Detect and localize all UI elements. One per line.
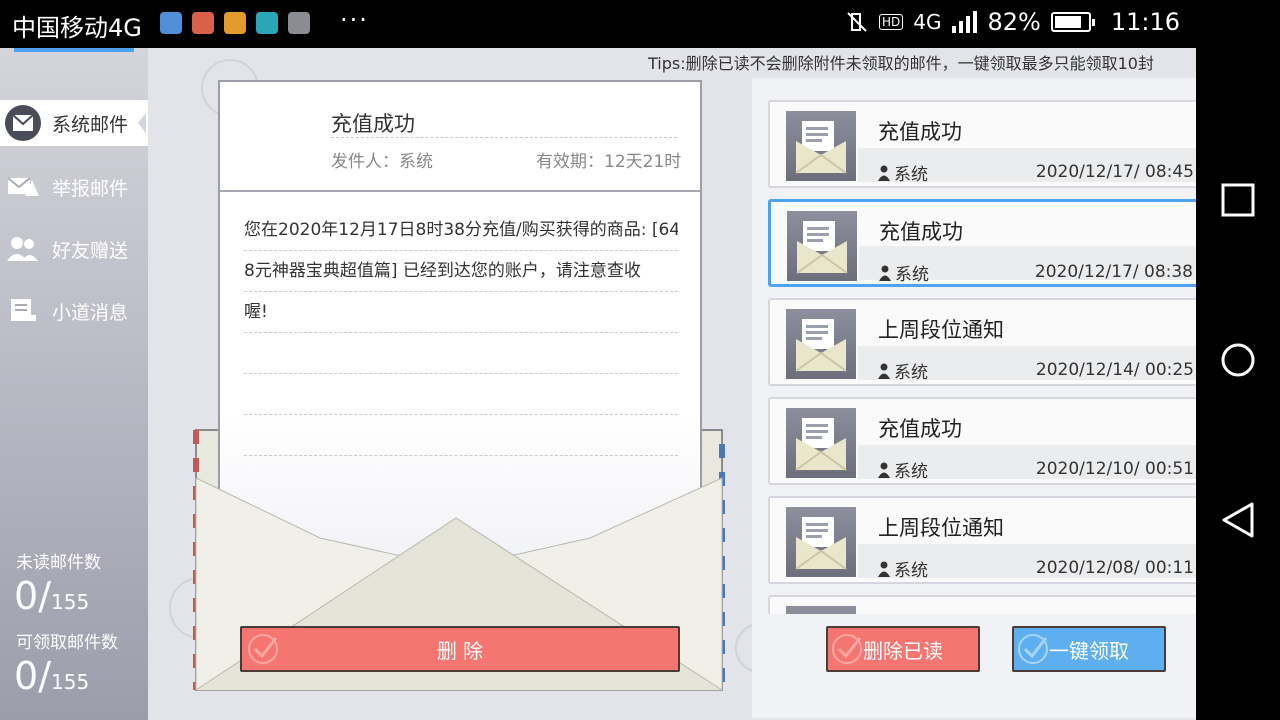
mail-item-sender: 系统 <box>878 457 928 482</box>
delete-button-label: 删 除 <box>436 638 484 663</box>
person-icon <box>878 363 890 379</box>
mail-list-item[interactable]: 上周段位通知系统 2020/12/08/ 00:11 <box>768 496 1196 584</box>
mail-item-title: 充值成功 <box>878 120 962 144</box>
mail-item-date: 2020/12/17/ 08:38 <box>1034 262 1193 282</box>
claim-all-button[interactable]: 一键领取 <box>1012 626 1166 672</box>
sidebar-item-gossip[interactable]: 小道消息 <box>0 288 148 334</box>
person-icon <box>878 165 890 181</box>
sidebar-item-report-mail[interactable]: 举报邮件 <box>0 164 148 210</box>
carrier-name: 中国移动4G <box>12 14 142 42</box>
android-nav-bar <box>1196 0 1280 720</box>
sidebar-item-friend-gifts[interactable]: 好友赠送 <box>0 226 148 272</box>
mail-envelope-icon <box>787 211 857 281</box>
mail-list-item[interactable]: 充值成功系统 2020/12/17/ 08:38 <box>768 199 1196 287</box>
status-bar: 中国移动4G ··· HD 4G 82% 11:16 <box>0 0 1196 48</box>
mail-item-date: 2020/12/08/ 00:11 <box>1035 558 1194 578</box>
delete-read-label: 删除已读 <box>863 638 943 663</box>
app-notification-icon <box>256 12 278 34</box>
mail-envelope-icon <box>786 111 856 181</box>
check-icon <box>832 634 862 664</box>
sidebar-top-accent <box>14 48 134 52</box>
network-type: 4G <box>913 10 942 34</box>
vibrate-off-icon <box>847 12 867 32</box>
mail-item-sender-name: 系统 <box>894 363 928 383</box>
claimable-count-label: 可领取邮件数 <box>16 633 118 653</box>
envelope-front-flap <box>195 477 723 691</box>
battery-icon <box>1050 12 1095 32</box>
mail-item-sender: 系统 <box>878 358 928 383</box>
app-notification-icon <box>160 12 182 34</box>
unread-count: 0/155 <box>14 574 90 618</box>
friends-icon <box>4 230 42 268</box>
notification-icons <box>160 12 310 34</box>
mail-item-sender: 系统 <box>878 556 928 581</box>
delete-read-button[interactable]: 删除已读 <box>826 626 980 672</box>
news-icon <box>4 292 42 330</box>
mail-item-sender: 系统 <box>879 260 929 285</box>
person-icon <box>879 265 891 281</box>
mail-envelope-icon <box>786 507 856 577</box>
chevron-left-icon <box>138 113 146 133</box>
mail-list-item[interactable]: 充值成功系统 2020/12/10/ 00:51 <box>768 397 1196 485</box>
claimable-count: 0/155 <box>14 654 90 698</box>
mail-item-title: 充值成功 <box>879 220 963 244</box>
mail-item-title: 充值成功 <box>878 417 962 441</box>
check-icon <box>1018 634 1048 664</box>
letter-view: 充值成功 发件人：系统 有效期：12天21时 您在2020年12月17日8时38… <box>150 68 750 720</box>
sidebar-item-system-mail[interactable]: 系统邮件 <box>0 100 148 146</box>
mail-item-title: 上周段位通知 <box>878 318 1004 342</box>
mail-list-item[interactable]: 充值成功系统 2020/12/17/ 08:45 <box>768 100 1196 188</box>
mail-list: 充值成功 系统 2020/12/17/ 08:45 充值成功 系统 2020/12/17/… <box>768 100 1196 614</box>
sidebar-item-label: 好友赠送 <box>52 239 129 262</box>
unread-count-label: 未读邮件数 <box>16 553 101 573</box>
check-icon <box>248 634 278 664</box>
sidebar-item-label: 系统邮件 <box>52 113 129 136</box>
mail-screen: 系统邮件 举报邮件 好友赠送 小道消息 未读邮件数 0/155 可领取邮件数 0… <box>0 48 1196 720</box>
clock: 11:16 <box>1110 8 1180 36</box>
mail-item-sender-name: 系统 <box>894 462 928 482</box>
mail-envelope-icon <box>786 408 856 478</box>
mail-item-date: 2020/12/14/ 00:25 <box>1035 360 1194 380</box>
sidebar-item-label: 举报邮件 <box>52 177 129 200</box>
mail-item-sender-name: 系统 <box>894 165 928 185</box>
mail-item-date: 2020/12/17/ 08:45 <box>1035 162 1194 182</box>
mail-item-sender-name: 系统 <box>895 265 929 285</box>
battery-percent: 82% <box>987 8 1041 36</box>
claim-all-label: 一键领取 <box>1049 638 1129 663</box>
person-icon <box>878 462 890 478</box>
recent-apps-button[interactable] <box>1218 180 1258 220</box>
mail-item-date: 2020/12/10/ 00:51 <box>1035 459 1194 479</box>
mail-item-sender-name: 系统 <box>894 561 928 581</box>
hd-badge: HD <box>878 14 904 30</box>
mail-list-item-partial[interactable] <box>768 595 1196 614</box>
mail-envelope-icon <box>786 309 856 379</box>
app-notification-icon <box>224 12 246 34</box>
mail-item-title: 上周段位通知 <box>878 516 1004 540</box>
person-icon <box>878 561 890 577</box>
home-button[interactable] <box>1218 340 1258 380</box>
sidebar: 系统邮件 举报邮件 好友赠送 小道消息 未读邮件数 0/155 可领取邮件数 0… <box>0 48 148 720</box>
mail-list-item[interactable]: 上周段位通知系统 2020/12/14/ 00:25 <box>768 298 1196 386</box>
signal-icon <box>952 11 978 33</box>
gallery-notification-icon <box>288 12 310 34</box>
report-mail-icon <box>4 168 42 206</box>
delete-button[interactable]: 删 除 <box>240 626 680 672</box>
app-notification-icon <box>192 12 214 34</box>
mail-envelope-icon <box>786 606 856 614</box>
system-mail-icon <box>4 104 42 142</box>
sidebar-item-label: 小道消息 <box>52 301 129 324</box>
mail-item-sender: 系统 <box>878 160 928 185</box>
more-notifications-icon: ··· <box>340 6 369 34</box>
back-button[interactable] <box>1218 500 1258 540</box>
